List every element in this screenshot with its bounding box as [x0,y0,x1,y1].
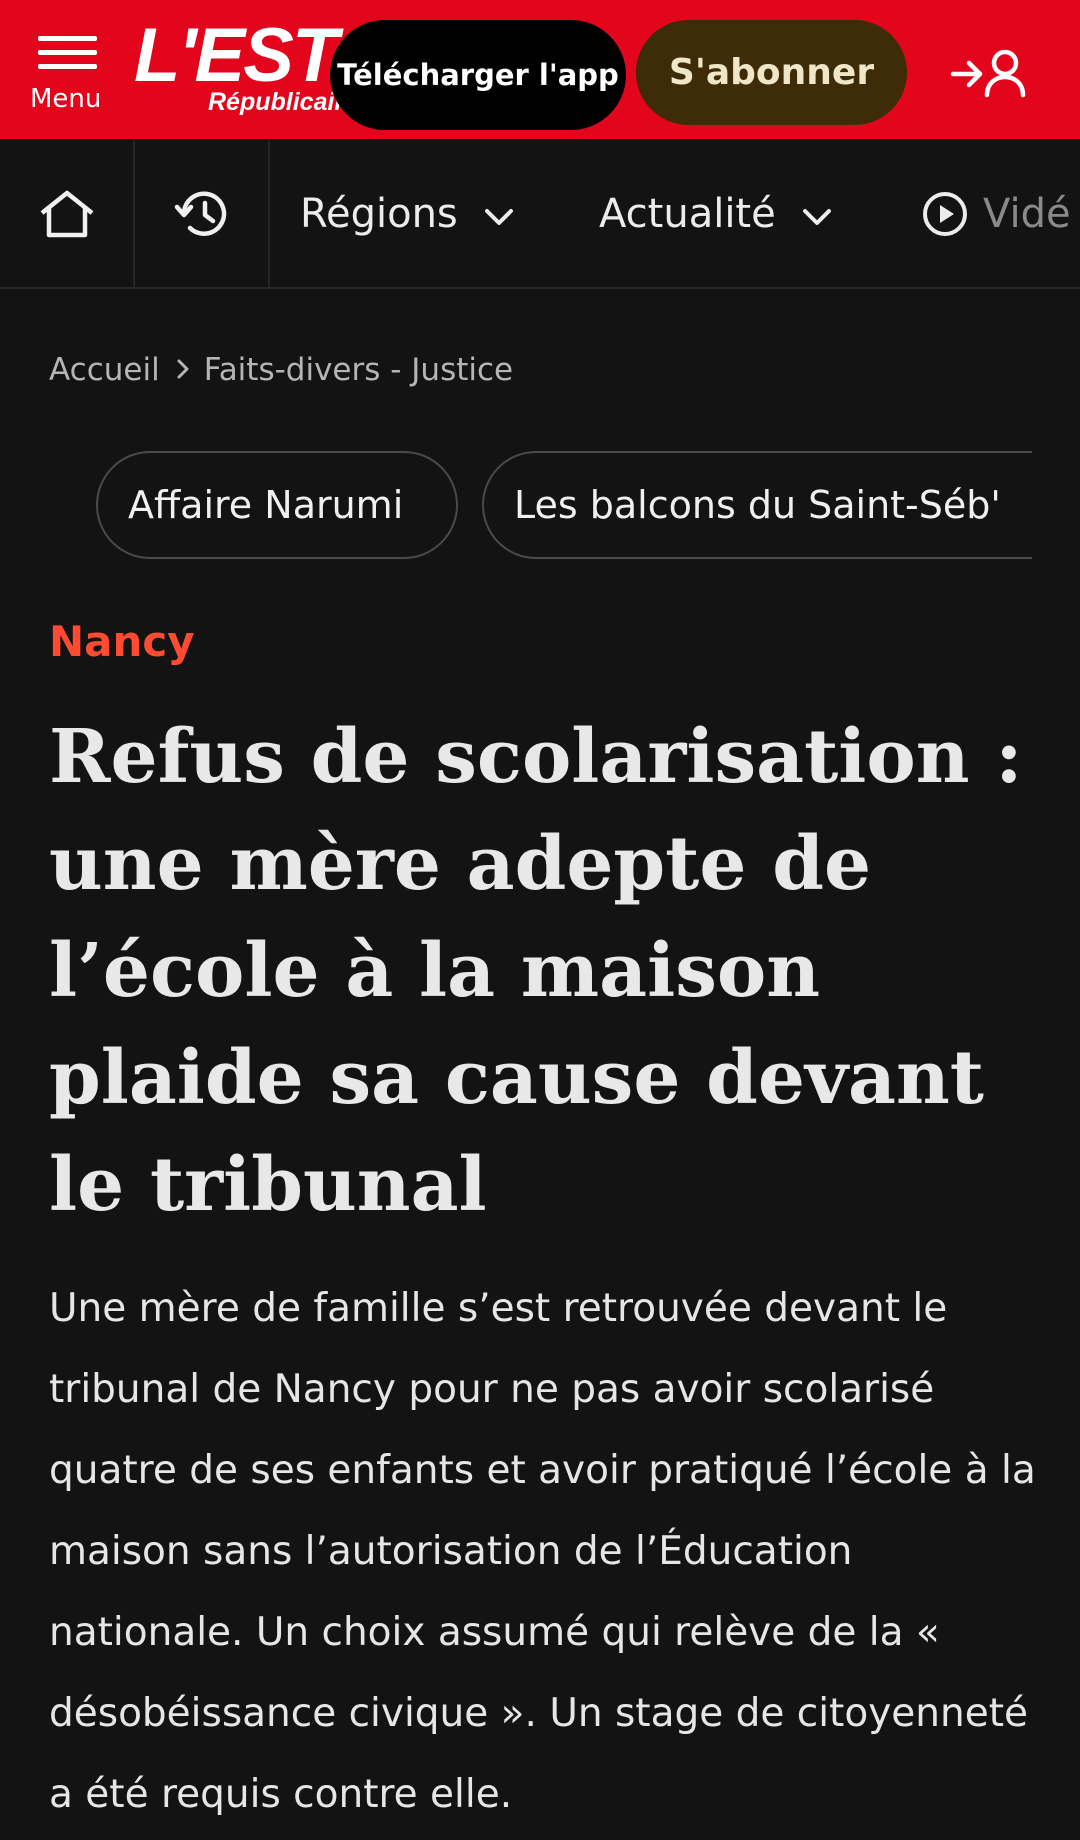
subscribe-button[interactable]: S'abonner [636,20,907,125]
logo-subtitle: Républicain [208,88,344,116]
topic-tags: Affaire Narumi Les balcons du Saint-Séb' [96,451,1032,565]
article-lead: Une mère de famille s’est retrouvée deva… [49,1286,1036,1817]
article-section-label[interactable]: Nancy [49,617,195,666]
breadcrumb-home[interactable]: Accueil [49,352,160,388]
nav-actualite-label: Actualité [599,190,776,237]
tag-balcons-saint-seb[interactable]: Les balcons du Saint-Séb' [482,451,1032,559]
hamburger-icon [38,36,97,78]
nav-actualite[interactable]: Actualité [599,140,832,287]
history-icon [174,191,226,236]
nav-regions-label: Régions [300,190,458,237]
download-app-button[interactable]: Télécharger l'app [330,20,626,130]
login-user-icon [950,49,1026,98]
chevron-down-icon [802,191,832,237]
article-title: Refus de scolarisation : une mère adepte… [49,714,1023,1228]
logo-wordmark: L'EST [134,18,338,98]
site-logo[interactable]: L'EST Républicain [134,18,344,123]
nav-video-label: Vidé [983,190,1071,237]
chevron-right-icon [176,352,190,388]
history-button[interactable] [135,140,270,287]
home-icon [40,190,93,237]
play-circle-icon [923,191,967,236]
top-header: Menu L'EST Républicain Télécharger l'app… [0,0,1080,140]
home-button[interactable] [0,140,135,287]
breadcrumb-current[interactable]: Faits-divers - Justice [204,352,513,388]
menu-button[interactable]: Menu [26,30,116,120]
breadcrumb: Accueil Faits-divers - Justice [49,352,513,388]
tag-affaire-narumi[interactable]: Affaire Narumi [96,451,458,559]
section-nav: Régions Actualité Vidé [0,140,1080,289]
chevron-down-icon [484,191,514,237]
menu-label: Menu [30,84,102,114]
login-button[interactable] [950,44,1030,104]
nav-video[interactable]: Vidé [921,140,1071,287]
nav-regions[interactable]: Régions [300,140,514,287]
